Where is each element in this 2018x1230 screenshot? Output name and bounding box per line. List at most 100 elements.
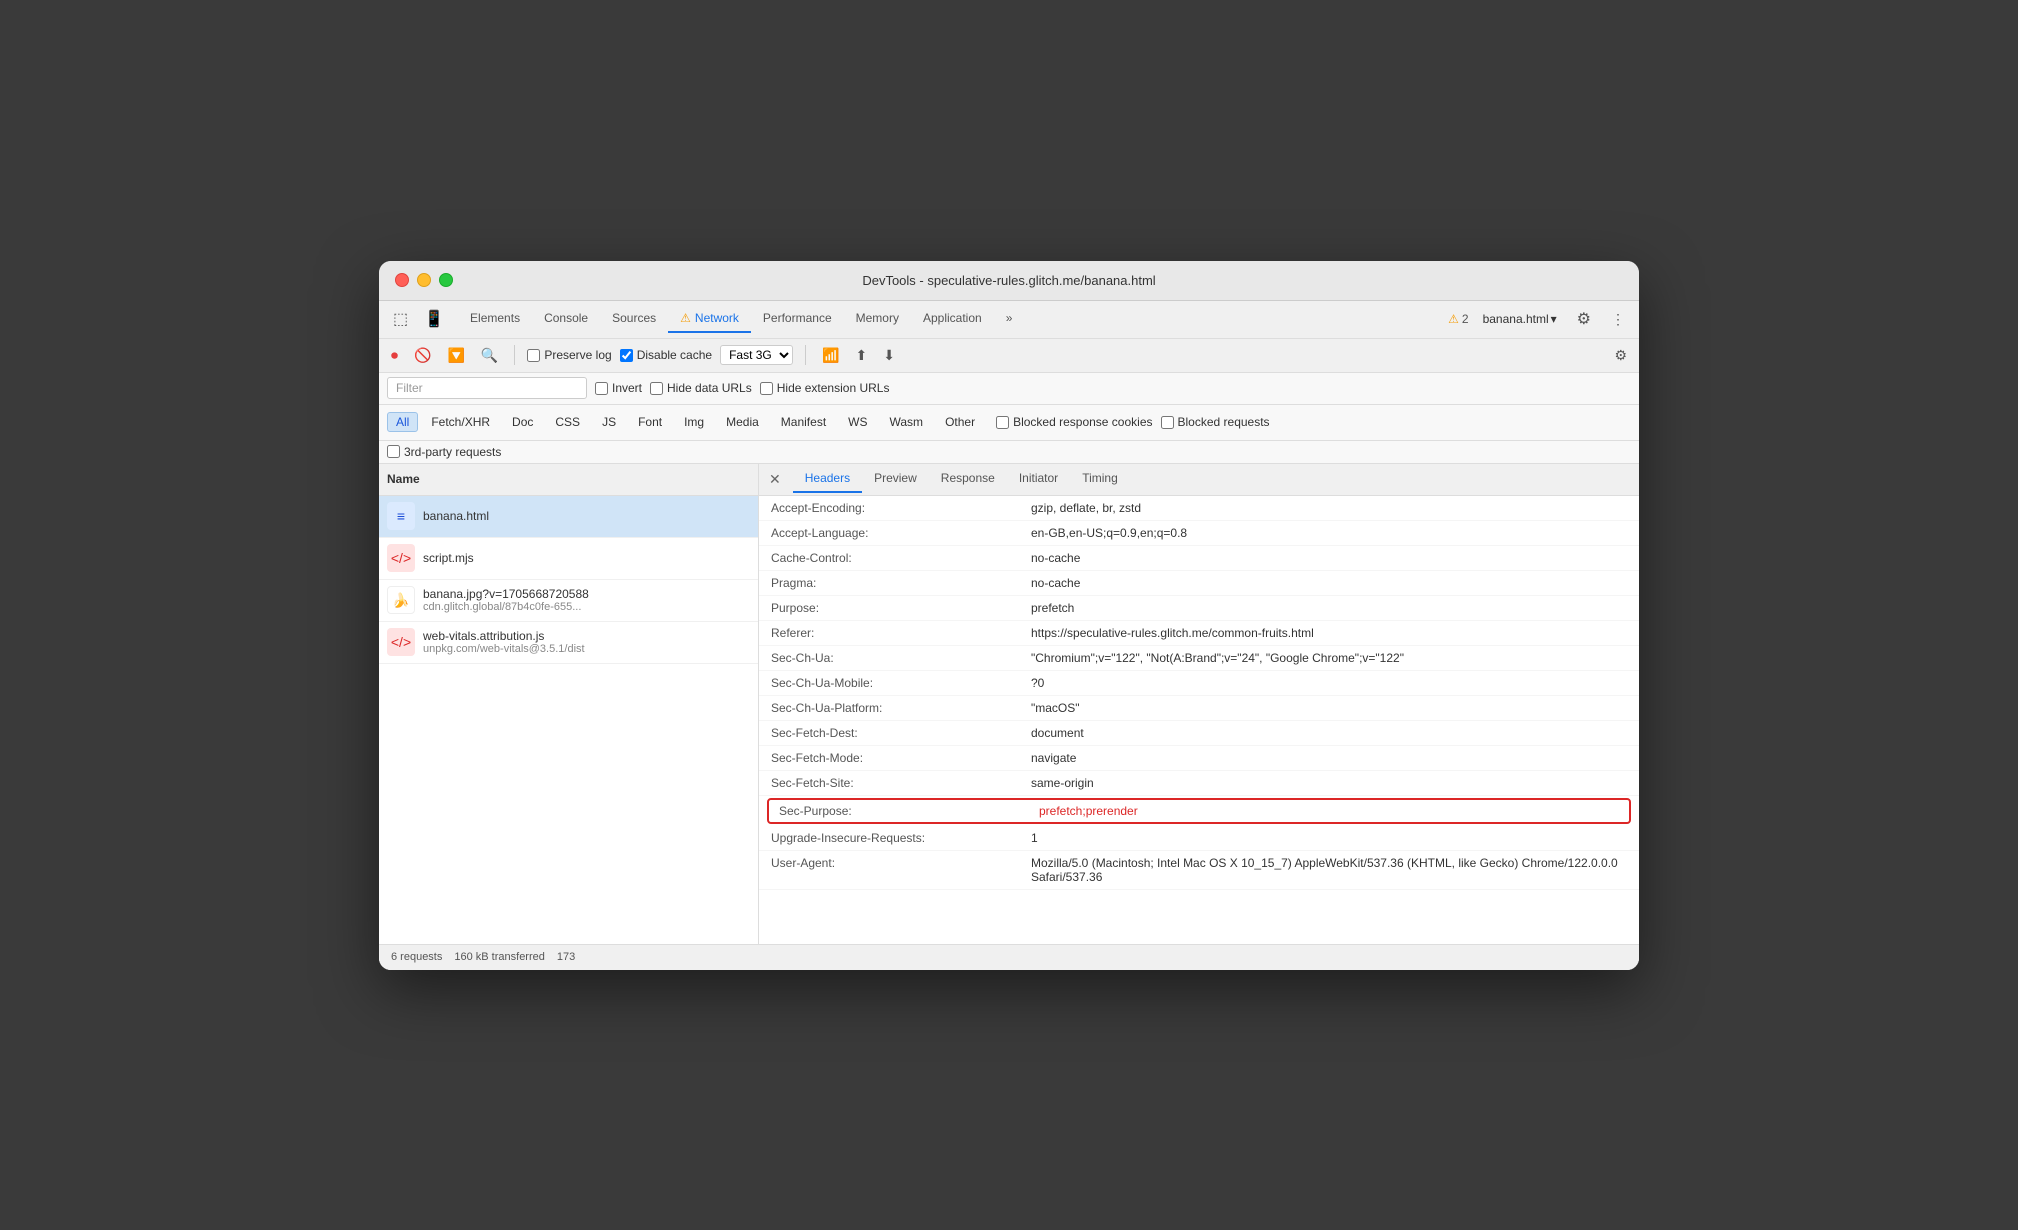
type-filter-right: Blocked response cookies Blocked request… — [996, 415, 1269, 429]
type-btn-all[interactable]: All — [387, 412, 418, 432]
title-bar: DevTools - speculative-rules.glitch.me/b… — [379, 261, 1639, 301]
minimize-button[interactable] — [417, 273, 431, 287]
header-row: Accept-Encoding:gzip, deflate, br, zstd — [759, 496, 1639, 521]
filter-icon[interactable]: 🔽 — [443, 345, 468, 366]
hide-data-urls-checkbox[interactable] — [650, 382, 663, 395]
header-row: Sec-Purpose:prefetch;prerender — [767, 798, 1631, 824]
stop-recording-button[interactable]: ⏺ — [387, 345, 402, 366]
device-toolbar-icon[interactable]: 📱 — [418, 305, 450, 333]
header-name: Sec-Ch-Ua-Platform: — [771, 701, 1031, 715]
file-item-script-mjs[interactable]: </> script.mjs — [379, 538, 758, 580]
file-item-web-vitals[interactable]: </> web-vitals.attribution.js unpkg.com/… — [379, 622, 758, 664]
type-btn-fetch-xhr[interactable]: Fetch/XHR — [422, 412, 499, 432]
network-settings-icon[interactable]: ⚙ — [1610, 345, 1631, 366]
status-bar: 6 requests 160 kB transferred 173 — [379, 944, 1639, 970]
blocked-requests-label[interactable]: Blocked requests — [1161, 415, 1270, 429]
type-btn-js[interactable]: JS — [593, 412, 625, 432]
tab-more[interactable]: » — [994, 305, 1025, 333]
file-name-web-vitals: web-vitals.attribution.js — [423, 629, 585, 643]
settings-icon[interactable]: ⚙ — [1571, 305, 1597, 333]
status-more: 173 — [557, 951, 575, 963]
invert-label[interactable]: Invert — [595, 381, 642, 395]
devtools-window: DevTools - speculative-rules.glitch.me/b… — [379, 261, 1639, 970]
inspect-element-icon[interactable]: ⬚ — [387, 305, 414, 333]
third-party-label[interactable]: 3rd-party requests — [387, 445, 501, 459]
file-item-banana-jpg[interactable]: 🍌 banana.jpg?v=1705668720588 cdn.glitch.… — [379, 580, 758, 622]
disable-cache-checkbox[interactable] — [620, 349, 633, 362]
type-btn-wasm[interactable]: Wasm — [881, 412, 933, 432]
upload-icon[interactable]: ⬆ — [852, 345, 872, 366]
network-warn-icon: ⚠ — [680, 311, 691, 325]
type-btn-doc[interactable]: Doc — [503, 412, 542, 432]
main-content: Name ≡ banana.html </> — [379, 464, 1639, 944]
tab-console[interactable]: Console — [532, 305, 600, 333]
header-row: Sec-Fetch-Mode:navigate — [759, 746, 1639, 771]
tab-elements[interactable]: Elements — [458, 305, 532, 333]
header-row: Cache-Control:no-cache — [759, 546, 1639, 571]
tab-performance[interactable]: Performance — [751, 305, 844, 333]
type-btn-img[interactable]: Img — [675, 412, 713, 432]
header-row: Referer:https://speculative-rules.glitch… — [759, 621, 1639, 646]
file-name-banana-html: banana.html — [423, 509, 489, 523]
header-name: User-Agent: — [771, 856, 1031, 870]
search-icon[interactable]: 🔍 — [477, 345, 502, 366]
preserve-log-label[interactable]: Preserve log — [527, 348, 611, 362]
preserve-log-checkbox[interactable] — [527, 349, 540, 362]
top-tabs-right: ⚠ 2 banana.html ▾ ⚙ ⋮ — [1448, 305, 1631, 333]
filter-input[interactable] — [387, 377, 587, 399]
tab-application[interactable]: Application — [911, 305, 994, 333]
top-tabs-bar: ⬚ 📱 Elements Console Sources ⚠ Network — [379, 301, 1639, 339]
invert-checkbox[interactable] — [595, 382, 608, 395]
warn-badge-button[interactable]: ⚠ 2 — [1448, 312, 1468, 326]
type-btn-css[interactable]: CSS — [546, 412, 589, 432]
throttle-select[interactable]: Fast 3G — [720, 345, 793, 365]
tab-initiator[interactable]: Initiator — [1007, 465, 1070, 493]
hide-ext-urls-checkbox[interactable] — [760, 382, 773, 395]
header-value: prefetch — [1031, 601, 1627, 615]
more-options-icon[interactable]: ⋮ — [1605, 307, 1631, 332]
hide-ext-urls-label[interactable]: Hide extension URLs — [760, 381, 890, 395]
type-btn-font[interactable]: Font — [629, 412, 671, 432]
main-tabs: Elements Console Sources ⚠ Network Perfo… — [458, 305, 1448, 333]
header-row: User-Agent:Mozilla/5.0 (Macintosh; Intel… — [759, 851, 1639, 890]
hide-data-urls-label[interactable]: Hide data URLs — [650, 381, 752, 395]
tab-headers[interactable]: Headers — [793, 465, 862, 493]
close-button[interactable] — [395, 273, 409, 287]
type-btn-other[interactable]: Other — [936, 412, 984, 432]
tab-network[interactable]: ⚠ Network — [668, 305, 751, 333]
close-details-button[interactable]: ✕ — [767, 469, 789, 490]
wifi-icon[interactable]: 📶 — [818, 345, 843, 366]
header-value: 1 — [1031, 831, 1627, 845]
header-name: Sec-Fetch-Site: — [771, 776, 1031, 790]
type-btn-manifest[interactable]: Manifest — [772, 412, 835, 432]
blocked-requests-checkbox[interactable] — [1161, 416, 1174, 429]
type-btn-ws[interactable]: WS — [839, 412, 876, 432]
blocked-response-cookies-label[interactable]: Blocked response cookies — [996, 415, 1152, 429]
type-btn-media[interactable]: Media — [717, 412, 768, 432]
header-name: Accept-Encoding: — [771, 501, 1031, 515]
disable-cache-label[interactable]: Disable cache — [620, 348, 712, 362]
header-row: Purpose:prefetch — [759, 596, 1639, 621]
third-party-checkbox[interactable] — [387, 445, 400, 458]
tab-sources[interactable]: Sources — [600, 305, 668, 333]
type-filter-bar: All Fetch/XHR Doc CSS JS Font Img Media … — [379, 405, 1639, 441]
tab-response[interactable]: Response — [929, 465, 1007, 493]
clear-button[interactable]: 🚫 — [410, 345, 435, 366]
header-value: "macOS" — [1031, 701, 1627, 715]
blocked-response-cookies-checkbox[interactable] — [996, 416, 1009, 429]
filename-selector[interactable]: banana.html ▾ — [1477, 310, 1563, 328]
tab-timing[interactable]: Timing — [1070, 465, 1130, 493]
header-name: Referer: — [771, 626, 1031, 640]
filter-bar: Invert Hide data URLs Hide extension URL… — [379, 373, 1639, 405]
header-value: ?0 — [1031, 676, 1627, 690]
header-name: Cache-Control: — [771, 551, 1031, 565]
maximize-button[interactable] — [439, 273, 453, 287]
tab-memory[interactable]: Memory — [844, 305, 911, 333]
file-icon-js-1: </> — [387, 544, 415, 572]
header-name: Sec-Ch-Ua-Mobile: — [771, 676, 1031, 690]
file-item-banana-html[interactable]: ≡ banana.html — [379, 496, 758, 538]
tab-preview[interactable]: Preview — [862, 465, 929, 493]
file-list-panel: Name ≡ banana.html </> — [379, 464, 759, 944]
file-info-banana-jpg: banana.jpg?v=1705668720588 cdn.glitch.gl… — [423, 587, 589, 613]
download-icon[interactable]: ⬇ — [879, 345, 899, 366]
